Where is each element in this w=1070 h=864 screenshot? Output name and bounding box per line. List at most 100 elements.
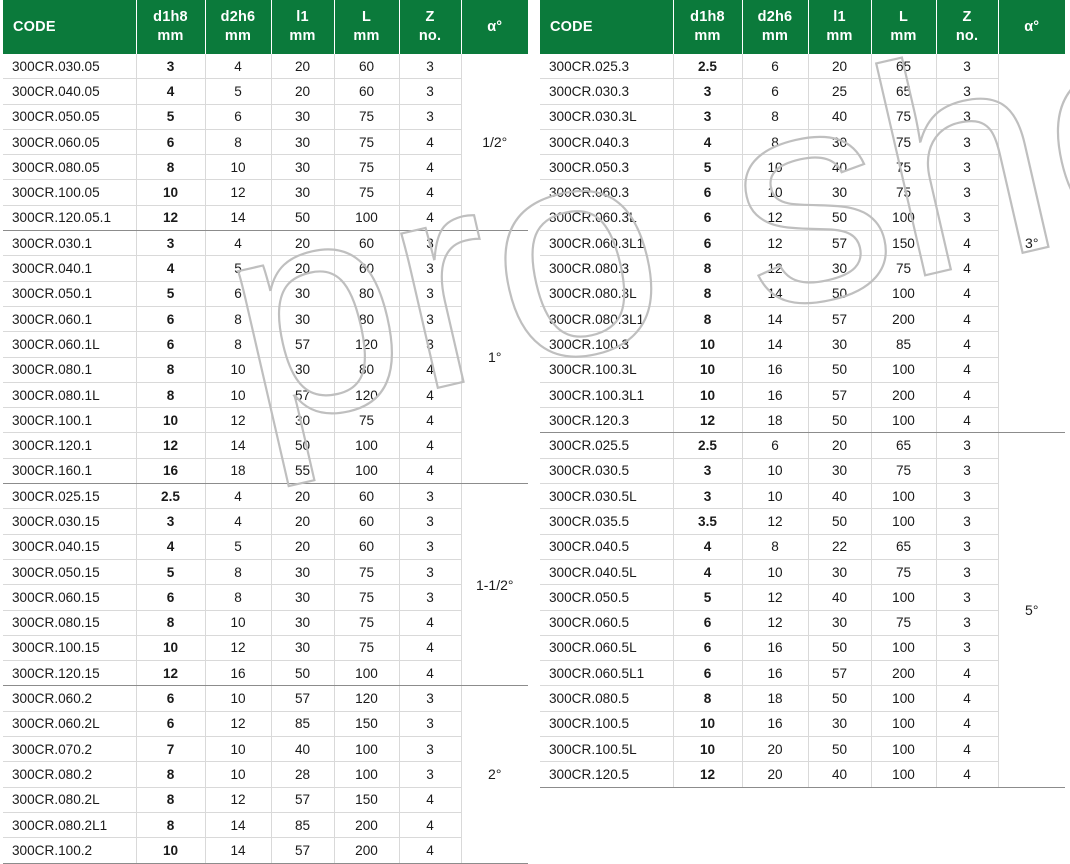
left-spec-table: CODE d1h8 mm d2h6 mm l1 mm Lmm Zno. α° 300CR.030.… xyxy=(3,0,528,864)
cell-code: 300CR.120.15 xyxy=(3,660,137,687)
table-row: 300CR.100.1 10 12 30 75 4 xyxy=(3,407,528,434)
cell-d2h6: 18 xyxy=(205,458,272,485)
cell-l: 60 xyxy=(334,508,400,535)
cell-z: 3 xyxy=(936,534,999,560)
column-unit: mm xyxy=(761,28,789,44)
column-header-l: Lmm xyxy=(334,0,400,54)
cell-l: 100 xyxy=(871,357,937,383)
column-symbol: d2h6 xyxy=(757,9,793,26)
cell-l1: 50 xyxy=(808,281,872,307)
cell-l1: 50 xyxy=(808,205,872,232)
cell-z: 3 xyxy=(399,104,462,130)
cell-code: 300CR.060.5L1 xyxy=(540,660,674,687)
table-row: 300CR.040.5L 4 10 30 75 3 xyxy=(540,559,1065,586)
table-row: 300CR.030.1 3 4 20 60 3 1° xyxy=(3,230,528,485)
cell-d2h6: 12 xyxy=(742,508,809,535)
cell-alpha-group: 3° xyxy=(998,54,1065,434)
cell-code: 300CR.040.5L xyxy=(540,559,674,586)
cell-z: 4 xyxy=(936,736,999,763)
cell-d1h8: 8 xyxy=(673,685,743,712)
cell-l1: 30 xyxy=(808,331,872,358)
cell-z: 3 xyxy=(399,255,462,282)
cell-d1h8: 4 xyxy=(673,129,743,156)
cell-z: 4 xyxy=(399,205,462,232)
column-unit: mm xyxy=(890,28,917,44)
cell-code: 300CR.040.05 xyxy=(3,78,137,105)
cell-z: 3 xyxy=(936,179,999,206)
left-table-header: CODE d1h8 mm d2h6 mm l1 mm Lmm Zno. α° xyxy=(3,0,528,54)
cell-l: 75 xyxy=(334,104,400,130)
column-symbol: d1h8 xyxy=(153,9,188,26)
cell-code: 300CR.060.3L1 xyxy=(540,230,674,257)
cell-l: 80 xyxy=(334,281,400,307)
cell-z: 4 xyxy=(936,761,999,788)
cell-l1: 20 xyxy=(271,78,335,105)
cell-d2h6: 16 xyxy=(742,711,809,738)
cell-code: 300CR.080.2L xyxy=(3,787,137,813)
cell-z: 3 xyxy=(399,306,462,333)
cell-l: 75 xyxy=(334,635,400,662)
cell-z: 3 xyxy=(936,610,999,636)
cell-d2h6: 5 xyxy=(205,78,272,105)
cell-z: 4 xyxy=(399,837,462,864)
cell-z: 4 xyxy=(399,660,462,687)
cell-d1h8: 2.5 xyxy=(673,54,743,80)
column-symbol: CODE xyxy=(550,18,593,35)
cell-l: 75 xyxy=(334,154,400,181)
column-symbol: α° xyxy=(487,18,503,35)
table-row: 300CR.080.3 8 12 30 75 4 xyxy=(540,255,1065,282)
cell-d2h6: 10 xyxy=(205,610,272,636)
cell-l: 200 xyxy=(871,382,937,409)
cell-d1h8: 10 xyxy=(136,837,206,864)
cell-d2h6: 10 xyxy=(205,357,272,383)
cell-d2h6: 16 xyxy=(742,635,809,662)
cell-z: 4 xyxy=(399,812,462,839)
table-row: 300CR.100.3 10 14 30 85 4 xyxy=(540,331,1065,358)
cell-code: 300CR.040.3 xyxy=(540,129,674,156)
cell-z: 4 xyxy=(936,685,999,712)
cell-z: 4 xyxy=(399,610,462,636)
cell-l: 75 xyxy=(871,610,937,636)
cell-z: 4 xyxy=(399,635,462,662)
cell-d2h6: 12 xyxy=(742,610,809,636)
column-header-l1: l1 mm xyxy=(271,0,335,54)
cell-l: 100 xyxy=(871,584,937,611)
cell-d2h6: 14 xyxy=(742,306,809,333)
cell-z: 4 xyxy=(936,255,999,282)
table-row: 300CR.080.1 8 10 30 80 4 xyxy=(3,357,528,383)
cell-z: 3 xyxy=(399,584,462,611)
table-row: 300CR.060.2L 6 12 85 150 3 xyxy=(3,711,528,738)
table-row: 300CR.100.15 10 12 30 75 4 xyxy=(3,635,528,662)
cell-d1h8: 10 xyxy=(673,357,743,383)
column-symbol: l1 xyxy=(833,9,846,26)
cell-l: 60 xyxy=(334,483,400,510)
cell-code: 300CR.080.05 xyxy=(3,154,137,181)
cell-code: 300CR.100.2 xyxy=(3,837,137,864)
cell-z: 4 xyxy=(399,382,462,409)
cell-d2h6: 10 xyxy=(205,736,272,763)
cell-l1: 30 xyxy=(808,179,872,206)
cell-l1: 40 xyxy=(808,154,872,181)
cell-l: 200 xyxy=(334,812,400,839)
cell-d2h6: 14 xyxy=(205,837,272,864)
table-row: 300CR.050.1 5 6 30 80 3 xyxy=(3,281,528,307)
cell-l1: 57 xyxy=(808,660,872,687)
cell-code: 300CR.050.3 xyxy=(540,154,674,181)
cell-code: 300CR.040.15 xyxy=(3,534,137,560)
cell-d1h8: 3 xyxy=(136,230,206,257)
cell-z: 4 xyxy=(936,306,999,333)
cell-code: 300CR.025.5 xyxy=(540,432,674,459)
cell-code: 300CR.060.2 xyxy=(3,685,137,712)
table-row: 300CR.120.15 12 16 50 100 4 xyxy=(3,660,528,687)
table-row: 300CR.030.15 3 4 20 60 3 xyxy=(3,508,528,535)
cell-d2h6: 8 xyxy=(205,331,272,358)
cell-d2h6: 12 xyxy=(205,635,272,662)
cell-l: 65 xyxy=(871,432,937,459)
cell-d2h6: 4 xyxy=(205,508,272,535)
cell-l1: 55 xyxy=(271,458,335,485)
cell-z: 3 xyxy=(399,559,462,586)
right-table-header: CODE d1h8 mm d2h6 mm l1 mm Lmm Zno. α° xyxy=(540,0,1065,54)
cell-d2h6: 12 xyxy=(205,787,272,813)
cell-l1: 30 xyxy=(271,129,335,156)
cell-d1h8: 6 xyxy=(136,306,206,333)
